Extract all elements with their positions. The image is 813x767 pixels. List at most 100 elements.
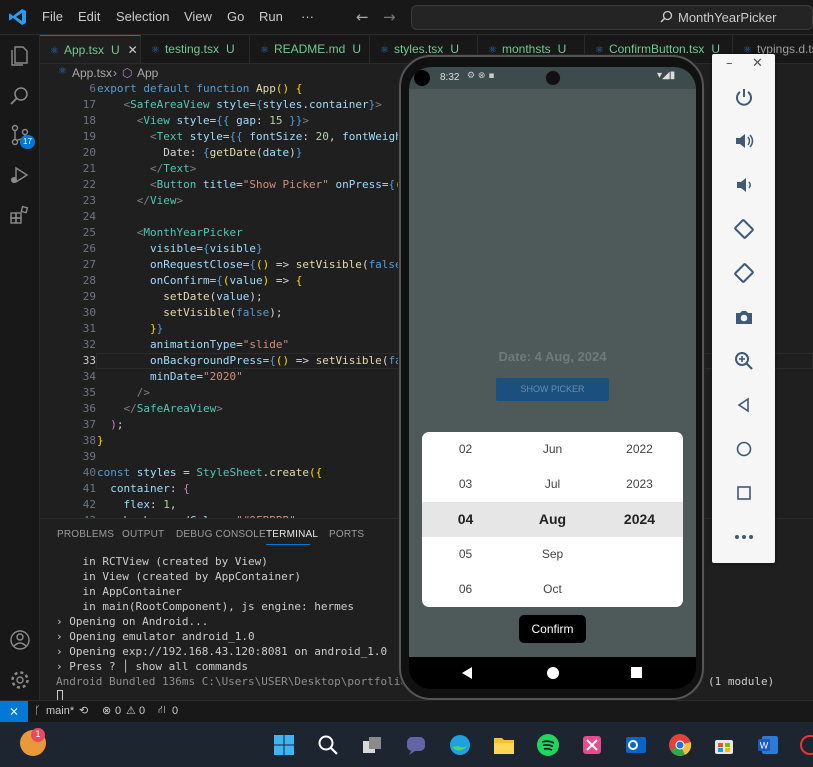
picker-row[interactable]: 06 Oct <box>422 572 683 607</box>
extensions-icon[interactable] <box>9 204 31 230</box>
picker-month-cell[interactable]: Oct <box>509 572 596 607</box>
picker-month-num-cell[interactable]: 04 <box>422 502 509 537</box>
picker-year-cell[interactable]: 2023 <box>596 467 683 502</box>
home-icon[interactable] <box>712 434 775 464</box>
command-center-search[interactable]: MonthYearPicker <box>411 5 813 30</box>
ports-count[interactable]: 0 <box>172 705 178 717</box>
word-icon[interactable]: W <box>752 729 784 761</box>
volume-down-icon[interactable] <box>712 170 775 200</box>
nav-recents-square-icon[interactable] <box>631 667 642 678</box>
code-line[interactable]: /> <box>97 386 150 399</box>
panel-tab-problems[interactable]: PROBLEMS <box>57 529 114 540</box>
code-line[interactable]: container: { <box>97 482 189 495</box>
menu-run[interactable]: Run <box>259 9 283 24</box>
code-line[interactable]: <MonthYearPicker <box>97 226 243 239</box>
minimize-icon[interactable]: – <box>726 56 733 71</box>
code-line[interactable]: onRequestClose={() => setVisible(false) <box>97 258 408 271</box>
overview-icon[interactable] <box>712 478 775 508</box>
back-icon[interactable] <box>712 390 775 420</box>
code-line[interactable]: export default function App() { <box>97 82 302 95</box>
breadcrumb-file[interactable]: App.tsx <box>72 66 112 80</box>
ms-store-icon[interactable] <box>708 729 740 761</box>
picker-row[interactable]: 04 Aug 2024 <box>422 502 683 537</box>
code-line[interactable]: <Button title="Show Picker" onPress={() <box>97 178 408 191</box>
snipping-tool-icon[interactable] <box>576 729 608 761</box>
picker-month-cell[interactable]: Sep <box>509 537 596 572</box>
nav-home-circle-icon[interactable] <box>547 667 559 679</box>
confirm-button[interactable]: Confirm <box>519 615 586 643</box>
teams-chat-icon[interactable] <box>400 729 432 761</box>
panel-tab-debug-console[interactable]: DEBUG CONSOLE <box>176 529 266 540</box>
error-count[interactable]: 0 <box>115 705 121 717</box>
picker-row[interactable]: 03 Jul 2023 <box>422 467 683 502</box>
run-debug-icon[interactable] <box>9 164 31 190</box>
rotate-right-icon[interactable] <box>712 258 775 288</box>
camera-icon[interactable] <box>712 302 775 332</box>
start-windows-icon[interactable] <box>268 729 300 761</box>
editor-tab[interactable]: ⚛ App.tsx U ✕ <box>40 35 141 63</box>
code-line[interactable]: visible={visible} <box>97 242 263 255</box>
code-line[interactable]: } <box>97 434 104 447</box>
rotate-left-icon[interactable] <box>712 214 775 244</box>
record-icon[interactable] <box>800 735 813 755</box>
code-line[interactable]: minDate="2020" <box>97 370 243 383</box>
source-control-icon[interactable]: 17 <box>9 124 35 150</box>
tab-close-icon[interactable]: ✕ <box>128 43 138 57</box>
code-line[interactable]: flex: 1, <box>97 498 177 511</box>
spotify-icon[interactable] <box>532 729 564 761</box>
panel-tab-output[interactable]: OUTPUT <box>122 529 164 540</box>
nav-forward-icon[interactable]: → <box>383 8 396 26</box>
power-icon[interactable] <box>712 82 775 112</box>
code-line[interactable]: </Text> <box>97 162 196 175</box>
task-view-icon[interactable] <box>356 729 388 761</box>
menu-edit[interactable]: Edit <box>78 9 100 24</box>
code-line[interactable]: }} <box>97 322 163 335</box>
accounts-icon[interactable] <box>9 629 31 655</box>
code-line[interactable]: <Text style={{ fontSize: 20, fontWeight <box>97 130 408 143</box>
picker-year-cell[interactable]: 2022 <box>596 432 683 467</box>
picker-year-cell[interactable] <box>596 572 683 607</box>
menu-view[interactable]: View <box>184 9 212 24</box>
outlook-new-icon[interactable] <box>620 729 652 761</box>
month-year-picker[interactable]: 02 Jun 2022 03 Jul 2023 04 Aug 2024 05 Sep 06 Oct <box>422 432 683 607</box>
code-line[interactable]: </View> <box>97 194 183 207</box>
picker-month-num-cell[interactable]: 03 <box>422 467 509 502</box>
code-line[interactable]: onConfirm={(value) => { <box>97 274 302 287</box>
code-line[interactable]: const styles = StyleSheet.create({ <box>97 466 322 479</box>
nav-back-icon[interactable]: ← <box>356 8 369 26</box>
zoom-icon[interactable] <box>712 346 775 376</box>
menu-selection[interactable]: Selection <box>116 9 169 24</box>
chrome-icon[interactable] <box>664 729 696 761</box>
menu-file[interactable]: File <box>42 9 63 24</box>
code-line[interactable]: Date: {getDate(date)} <box>97 146 302 159</box>
code-line[interactable]: <View style={{ gap: 15 }}> <box>97 114 309 127</box>
editor-tab[interactable]: ⚛ testing.tsx U <box>141 35 250 63</box>
menu-go[interactable]: Go <box>227 9 244 24</box>
picker-row[interactable]: 05 Sep <box>422 537 683 572</box>
close-icon[interactable]: ✕ <box>752 56 763 71</box>
panel-tab-terminal[interactable]: TERMINAL <box>266 529 318 540</box>
menu-more[interactable]: ··· <box>301 9 314 24</box>
picker-month-cell[interactable]: Aug <box>509 502 596 537</box>
code-line[interactable]: animationType="slide" <box>97 338 289 351</box>
picker-month-num-cell[interactable]: 02 <box>422 432 509 467</box>
volume-up-icon[interactable] <box>712 126 775 156</box>
show-picker-button[interactable]: SHOW PICKER <box>496 378 609 401</box>
search-view-icon[interactable] <box>9 85 31 111</box>
code-line[interactable]: <SafeAreaView style={styles.container}> <box>97 98 382 111</box>
code-line[interactable]: </SafeAreaView> <box>97 402 223 415</box>
sync-icon[interactable]: ⟲ <box>79 704 88 717</box>
picker-month-num-cell[interactable]: 05 <box>422 537 509 572</box>
edge-browser-icon[interactable] <box>444 729 476 761</box>
breadcrumb-symbol[interactable]: App <box>137 66 158 80</box>
nav-back-triangle-icon[interactable] <box>462 667 472 679</box>
code-line[interactable]: ); <box>97 418 123 431</box>
picker-month-cell[interactable]: Jun <box>509 432 596 467</box>
code-line[interactable]: setDate(value); <box>97 290 262 303</box>
warning-count[interactable]: 0 <box>139 705 145 717</box>
taskbar-search-icon[interactable] <box>312 729 344 761</box>
picker-month-cell[interactable]: Jul <box>509 467 596 502</box>
remote-button[interactable]: ⨯ <box>0 701 28 722</box>
more-icon[interactable] <box>712 522 775 552</box>
panel-tab-ports[interactable]: PORTS <box>329 529 364 540</box>
